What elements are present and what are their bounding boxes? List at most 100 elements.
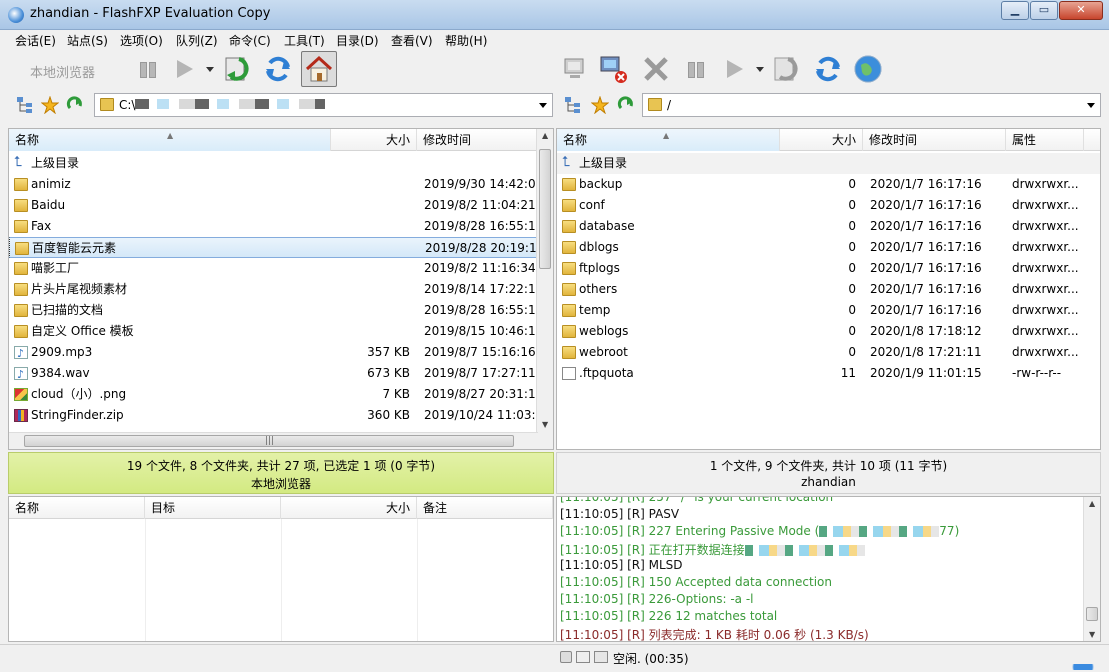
menu-sites[interactable]: 站点(S) xyxy=(67,32,108,49)
file-row[interactable]: ftplogs 0 2020/1/7 16:17:16 drwxrwxr... xyxy=(557,258,1100,279)
abort-icon[interactable] xyxy=(640,53,672,85)
menu-commands[interactable]: 命令(C) xyxy=(229,32,271,49)
menu-view[interactable]: 查看(V) xyxy=(391,32,433,49)
pause-icon[interactable] xyxy=(132,53,164,85)
remote-refresh-transfer-icon[interactable] xyxy=(772,53,804,85)
file-row[interactable]: weblogs 0 2020/1/8 17:18:12 drwxrwxr... xyxy=(557,321,1100,342)
remote-pause-icon[interactable] xyxy=(680,53,712,85)
refresh-icon[interactable] xyxy=(262,53,294,85)
col-name[interactable]: ▲ 名称 xyxy=(557,129,780,151)
file-row[interactable]: StringFinder.zip 360 KB 2019/10/24 11:03:0… xyxy=(9,405,553,426)
log-vertical-scrollbar[interactable]: ▲ ▼ xyxy=(1083,497,1100,641)
local-horizontal-scrollbar[interactable]: ||| xyxy=(9,432,538,449)
folder-icon xyxy=(100,98,114,111)
remote-refresh-icon[interactable] xyxy=(812,53,844,85)
resize-grip-icon[interactable] xyxy=(1065,664,1101,670)
hscroll-thumb[interactable]: ||| xyxy=(24,435,514,447)
file-row[interactable]: database 0 2020/1/7 16:17:16 drwxrwxr... xyxy=(557,216,1100,237)
disconnect-icon[interactable] xyxy=(598,53,630,85)
connect-icon[interactable] xyxy=(562,53,594,85)
tree-view-icon[interactable] xyxy=(16,96,34,114)
menu-queue[interactable]: 队列(Z) xyxy=(176,32,218,49)
refresh-transfer-icon[interactable] xyxy=(223,53,255,85)
window-title: zhandian - FlashFXP Evaluation Copy xyxy=(30,6,271,21)
col-name[interactable]: ▲ 名称 xyxy=(9,129,331,151)
local-path-combo[interactable]: C:\ xyxy=(94,93,553,117)
file-row[interactable]: conf 0 2020/1/7 16:17:16 drwxrwxr... xyxy=(557,195,1100,216)
menu-session[interactable]: 会话(E) xyxy=(15,32,56,49)
col-size[interactable]: 大小 xyxy=(331,129,417,151)
remote-transfer-dropdown-icon[interactable] xyxy=(754,53,768,85)
col-attributes[interactable]: 属性 xyxy=(1006,129,1084,151)
file-row[interactable]: 自定义 Office 模板 2019/8/15 10:46:18 xyxy=(9,321,553,342)
queue-header: 名称 目标 大小 备注 xyxy=(9,497,553,519)
col-modified[interactable]: 修改时间 xyxy=(417,129,539,151)
file-row[interactable]: 百度智能云元素 2019/8/28 20:19:18 xyxy=(9,237,553,258)
log-text: [R] 列表完成: 1 KB 耗时 0.06 秒 (1.3 KB/s) xyxy=(627,628,869,642)
file-row[interactable]: Baidu 2019/8/2 11:04:21 xyxy=(9,195,553,216)
parent-directory-row[interactable]: 上级目录 xyxy=(9,152,553,174)
queue-col-note[interactable]: 备注 xyxy=(417,497,553,519)
log-line: [11:10:05] [R] MLSD xyxy=(560,558,683,572)
close-button[interactable]: ✕ xyxy=(1059,1,1103,20)
col-size-label: 大小 xyxy=(831,133,856,147)
scroll-up-icon[interactable]: ▲ xyxy=(1089,499,1095,508)
file-row[interactable]: 已扫描的文档 2019/8/28 16:55:12 xyxy=(9,300,553,321)
scroll-thumb[interactable] xyxy=(539,149,551,269)
col-size[interactable]: 大小 xyxy=(780,129,863,151)
file-row[interactable]: backup 0 2020/1/7 16:17:16 drwxrwxr... xyxy=(557,174,1100,195)
status-bar: 空闲. (00:35) xyxy=(0,644,1109,672)
parent-folder-icon[interactable] xyxy=(66,96,84,114)
file-row[interactable]: 2909.mp3 357 KB 2019/8/7 15:16:16 xyxy=(9,342,553,364)
scroll-down-icon[interactable]: ▼ xyxy=(542,420,548,429)
file-row[interactable]: dblogs 0 2020/1/7 16:17:16 drwxrwxr... xyxy=(557,237,1100,258)
menu-directory[interactable]: 目录(D) xyxy=(336,32,379,49)
menu-help[interactable]: 帮助(H) xyxy=(445,32,487,49)
queue-col-target[interactable]: 目标 xyxy=(145,497,281,519)
local-file-list[interactable]: ▲ 名称 大小 修改时间 上级目录 animiz 2019/9/30 14:42:0… xyxy=(8,128,554,450)
remote-favorites-star-icon[interactable] xyxy=(590,95,610,115)
transfer-dropdown-icon[interactable] xyxy=(204,53,218,85)
file-row[interactable]: Fax 2019/8/28 16:55:12 xyxy=(9,216,553,237)
scroll-thumb[interactable] xyxy=(1086,607,1098,621)
minimize-button[interactable]: ▁ xyxy=(1001,1,1029,20)
file-row[interactable]: animiz 2019/9/30 14:42:04 xyxy=(9,174,553,195)
chevron-down-icon[interactable] xyxy=(1087,103,1095,108)
play-icon[interactable] xyxy=(168,53,200,85)
chevron-down-icon[interactable] xyxy=(539,103,547,108)
home-icon[interactable] xyxy=(301,51,337,87)
local-vertical-scrollbar[interactable]: ▲ ▼ xyxy=(536,129,553,449)
log-text: [R] 257 "/" is your current location xyxy=(627,496,834,504)
globe-icon[interactable] xyxy=(852,53,884,85)
maximize-button[interactable]: ▭ xyxy=(1030,1,1058,20)
remote-path-combo[interactable]: / xyxy=(642,93,1101,117)
remote-tree-view-icon[interactable] xyxy=(564,96,582,114)
local-browser-label[interactable]: 本地浏览器 xyxy=(30,62,95,81)
scroll-down-icon[interactable]: ▼ xyxy=(1089,630,1095,639)
parent-directory-row[interactable]: 上级目录 xyxy=(557,152,1100,174)
file-row[interactable]: .ftpquota 11 2020/1/9 11:01:15 -rw-r--r-- xyxy=(557,363,1100,384)
file-row[interactable]: 喵影工厂 2019/8/2 11:16:34 xyxy=(9,258,553,279)
col-modified[interactable]: 修改时间 xyxy=(863,129,1006,151)
file-name: others xyxy=(579,282,618,296)
file-row[interactable]: 片头片尾视频素材 2019/8/14 17:22:12 xyxy=(9,279,553,300)
file-row[interactable]: cloud（小）.png 7 KB 2019/8/27 20:31:10 xyxy=(9,384,553,405)
local-status-summary: 19 个文件, 8 个文件夹, 共计 27 项, 已选定 1 项 (0 字节) xyxy=(126,459,436,473)
file-row[interactable]: 9384.wav 673 KB 2019/8/7 17:27:11 xyxy=(9,363,553,385)
remote-play-icon[interactable] xyxy=(718,53,750,85)
menu-options[interactable]: 选项(O) xyxy=(120,32,163,49)
grip-icon: ||| xyxy=(265,436,275,446)
file-row[interactable]: others 0 2020/1/7 16:17:16 drwxrwxr... xyxy=(557,279,1100,300)
queue-col-name[interactable]: 名称 xyxy=(9,497,145,519)
scroll-up-icon[interactable]: ▲ xyxy=(542,131,548,140)
folder-icon xyxy=(562,262,576,275)
menu-tools[interactable]: 工具(T) xyxy=(284,32,325,49)
file-row[interactable]: temp 0 2020/1/7 16:17:16 drwxrwxr... xyxy=(557,300,1100,321)
remote-file-list[interactable]: ▲ 名称 大小 修改时间 属性 上级目录 backup 0 2020/1/7 16:1… xyxy=(556,128,1101,450)
favorites-star-icon[interactable] xyxy=(40,95,60,115)
remote-parent-folder-icon[interactable] xyxy=(617,96,635,114)
session-log[interactable]: [11:10:05] [R] 257 "/" is your current l… xyxy=(556,496,1101,642)
queue-col-size[interactable]: 大小 xyxy=(281,497,417,519)
file-row[interactable]: webroot 0 2020/1/8 17:21:11 drwxrwxr... xyxy=(557,342,1100,363)
transfer-queue[interactable]: 名称 目标 大小 备注 xyxy=(8,496,554,642)
